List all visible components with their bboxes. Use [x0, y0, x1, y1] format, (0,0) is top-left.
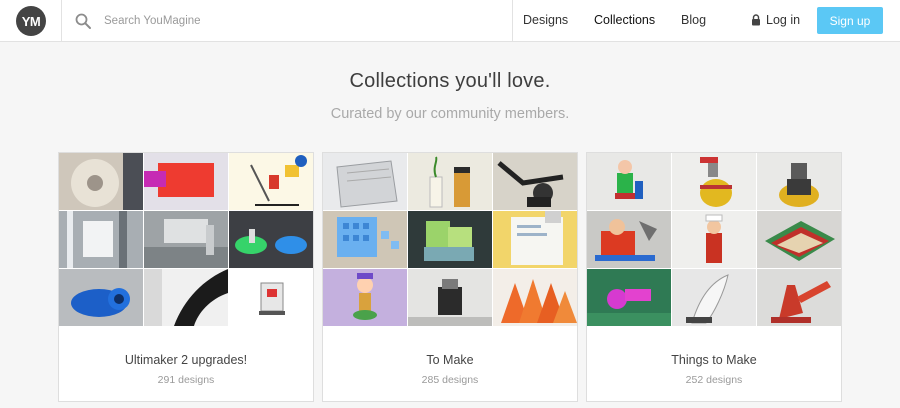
- design-thumbnail: [59, 153, 143, 210]
- collection-design-count: 285 designs: [421, 374, 479, 386]
- design-thumbnail: [229, 269, 313, 326]
- design-thumbnail: [229, 153, 313, 210]
- design-thumbnail: [144, 153, 228, 210]
- nav-blog-link[interactable]: Blog: [681, 13, 706, 27]
- design-thumbnail: [493, 269, 577, 326]
- design-thumbnail: [408, 153, 492, 210]
- collection-design-count: 252 designs: [685, 374, 743, 386]
- design-thumbnail: [493, 211, 577, 268]
- design-thumbnail: [672, 269, 756, 326]
- collection-thumbnail-grid: [323, 153, 577, 328]
- design-thumbnail: [587, 211, 671, 268]
- page-subtitle: Curated by our community members.: [330, 106, 570, 122]
- youmagine-logo[interactable]: YM: [16, 6, 46, 36]
- collection-design-count: 291 designs: [157, 374, 215, 386]
- design-thumbnail: [757, 211, 841, 268]
- nav-collections-link[interactable]: Collections: [594, 13, 655, 27]
- collection-thumbnail-grid: [587, 153, 841, 328]
- collection-card[interactable]: To Make 285 designs: [322, 152, 578, 402]
- design-thumbnail: [672, 211, 756, 268]
- top-navbar: YM Designs Collections Blog Log in Sign …: [0, 0, 900, 42]
- design-thumbnail: [408, 269, 492, 326]
- lock-icon: [752, 14, 760, 26]
- collection-thumbnail-grid: [59, 153, 313, 328]
- design-thumbnail: [59, 211, 143, 268]
- design-thumbnail: [587, 153, 671, 210]
- design-thumbnail: [672, 153, 756, 210]
- page-title: Collections you'll love.: [349, 70, 551, 92]
- collection-title[interactable]: Things to Make: [587, 353, 841, 367]
- design-thumbnail: [408, 211, 492, 268]
- collection-title[interactable]: Ultimaker 2 upgrades!: [59, 353, 313, 367]
- search-input[interactable]: [104, 11, 494, 31]
- design-thumbnail: [323, 269, 407, 326]
- design-thumbnail: [144, 269, 228, 326]
- signup-button[interactable]: Sign up: [817, 7, 883, 34]
- divider: [61, 0, 62, 42]
- design-thumbnail: [587, 269, 671, 326]
- collection-card[interactable]: Things to Make 252 designs: [586, 152, 842, 402]
- design-thumbnail: [229, 211, 313, 268]
- design-thumbnail: [493, 153, 577, 210]
- collection-title[interactable]: To Make: [323, 353, 577, 367]
- design-thumbnail: [757, 153, 841, 210]
- design-thumbnail: [757, 269, 841, 326]
- design-thumbnail: [144, 211, 228, 268]
- design-thumbnail: [323, 153, 407, 210]
- design-thumbnail: [59, 269, 143, 326]
- login-button[interactable]: Log in: [751, 13, 800, 27]
- login-label: Log in: [766, 13, 801, 27]
- search-icon: [75, 13, 91, 29]
- design-thumbnail: [323, 211, 407, 268]
- nav-designs-link[interactable]: Designs: [523, 13, 568, 27]
- divider: [512, 0, 513, 42]
- collection-card[interactable]: Ultimaker 2 upgrades! 291 designs: [58, 152, 314, 402]
